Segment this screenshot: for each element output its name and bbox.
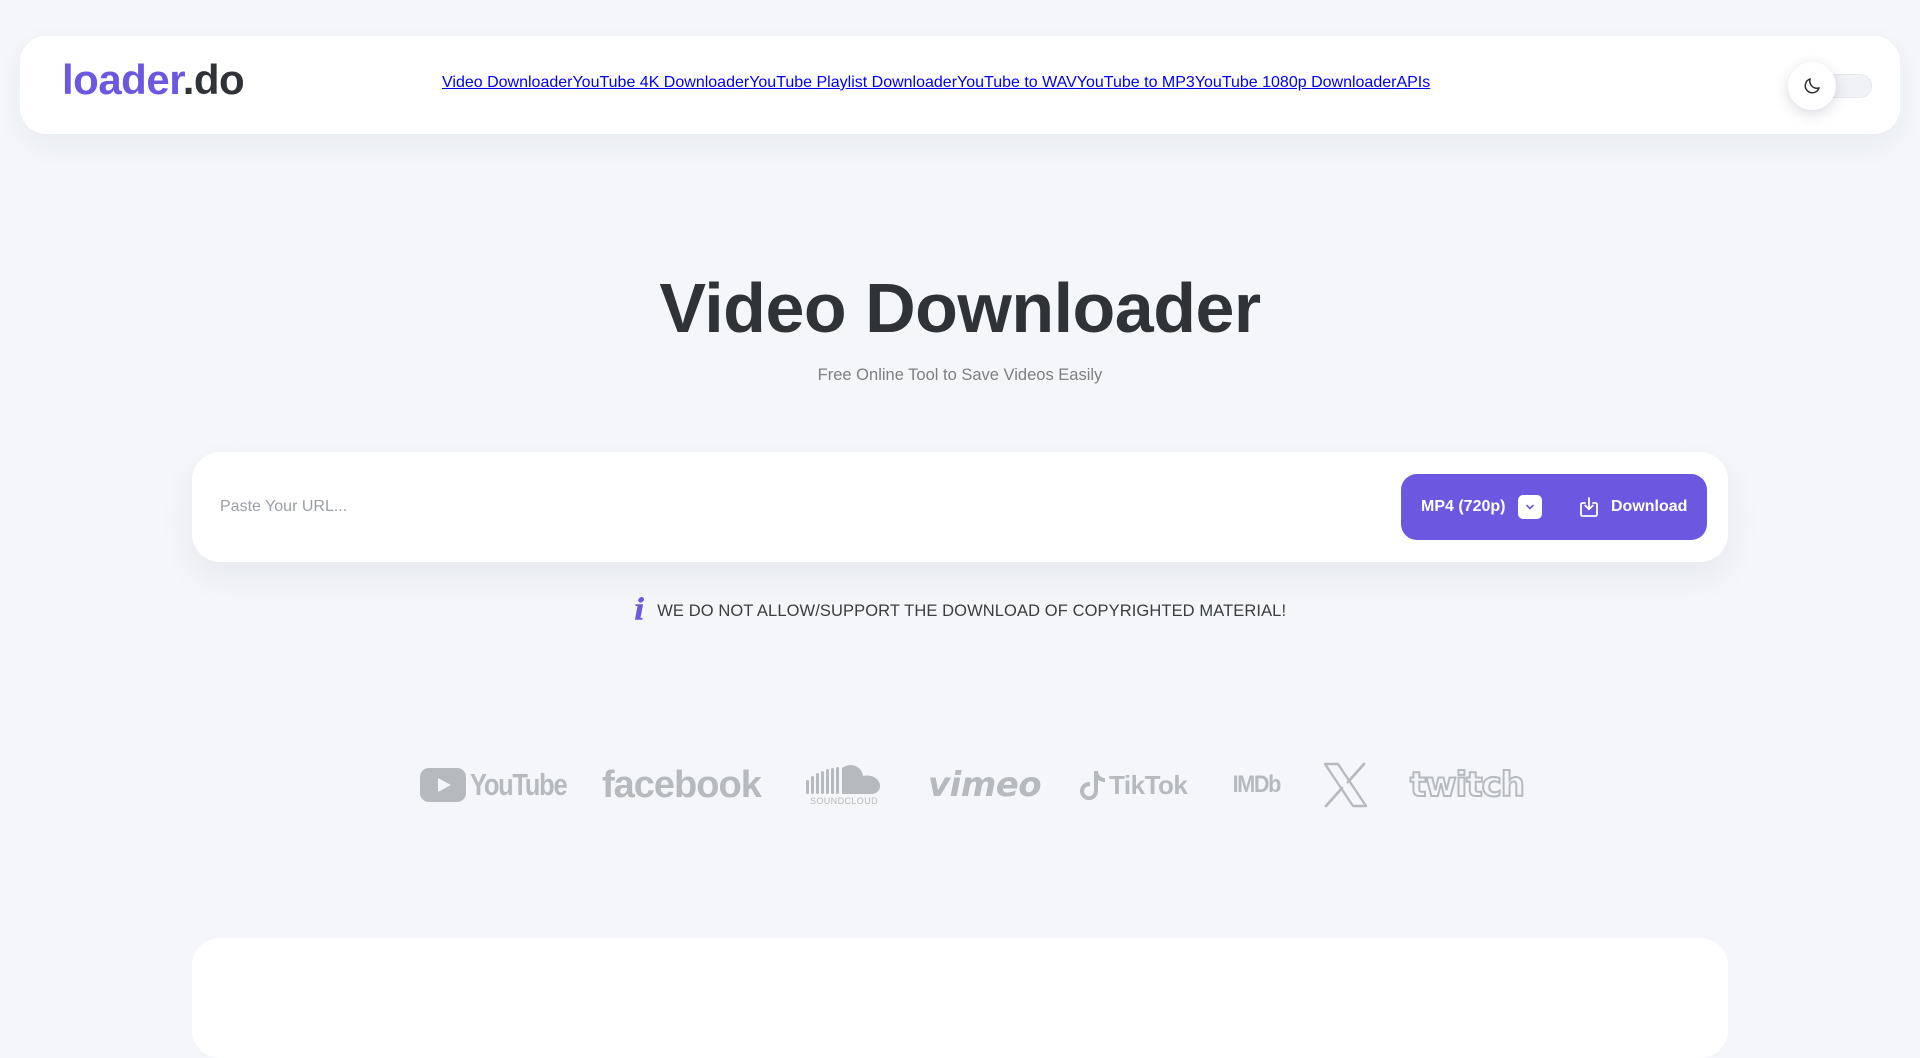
logo-main: loader (62, 56, 183, 103)
copyright-notice-text: WE DO NOT ALLOW/SUPPORT THE DOWNLOAD OF … (657, 601, 1287, 620)
toggle-knob[interactable] (1788, 62, 1836, 110)
url-input[interactable] (220, 482, 1320, 532)
x-icon (1323, 762, 1368, 808)
youtube-play-icon (420, 768, 466, 802)
facebook-wordmark: facebook (602, 763, 762, 806)
site-header: loader.do Video Downloader YouTube 4K Do… (20, 36, 1900, 134)
nav-apis[interactable]: APIs (1396, 74, 1430, 92)
site-logo[interactable]: loader.do (62, 56, 245, 104)
nav-youtube-playlist-downloader[interactable]: YouTube Playlist Downloader (749, 74, 957, 92)
vimeo-wordmark: vimeo (928, 765, 1042, 805)
imdb-logo: IMDb (1230, 760, 1283, 810)
copyright-notice: i WE DO NOT ALLOW/SUPPORT THE DOWNLOAD O… (0, 596, 1920, 626)
download-action-group: MP4 (720p) Download (1401, 474, 1707, 540)
main-nav: Video Downloader YouTube 4K Downloader Y… (442, 74, 1430, 92)
nav-video-downloader[interactable]: Video Downloader (442, 74, 572, 92)
twitch-logo: twitch (1409, 760, 1526, 810)
vimeo-logo: vimeo (928, 760, 1042, 810)
download-button-label: Download (1611, 498, 1688, 515)
soundcloud-logo: SOUNDCLOUD (806, 760, 882, 810)
facebook-logo: facebook (602, 760, 762, 810)
format-select[interactable]: MP4 (720p) (1421, 474, 1543, 540)
tiktok-logo: TikTok (1080, 760, 1188, 810)
youtube-wordmark: YouTube (470, 767, 568, 802)
x-logo (1322, 760, 1368, 810)
info-icon: i (633, 593, 646, 628)
nav-youtube-1080p-downloader[interactable]: YouTube 1080p Downloader (1195, 74, 1397, 92)
soundcloud-cloud-icon (806, 765, 880, 794)
tiktok-wordmark: TikTok (1109, 769, 1188, 800)
twitch-wordmark: twitch (1409, 764, 1526, 806)
content-card (192, 938, 1728, 1058)
page-subtitle: Free Online Tool to Save Videos Easily (817, 366, 1103, 384)
url-search-card: MP4 (720p) Download (192, 452, 1728, 562)
theme-toggle[interactable] (1788, 62, 1880, 110)
imdb-wordmark: IMDb (1232, 771, 1282, 798)
tiktok-note-icon (1080, 771, 1105, 801)
nav-youtube-to-mp3[interactable]: YouTube to MP3 (1077, 74, 1195, 92)
moon-icon (1804, 78, 1820, 94)
download-button[interactable]: Download (1577, 474, 1687, 540)
logo-suffix: .do (182, 56, 245, 103)
page-title: Video Downloader (659, 269, 1261, 347)
youtube-logo: YouTube (420, 760, 588, 810)
soundcloud-wordmark: SOUNDCLOUD (809, 796, 878, 806)
supported-platforms: YouTube facebook SOUNDCLOUD vimeo TikTok… (420, 760, 1526, 810)
chevron-down-icon (1518, 495, 1543, 519)
format-select-label: MP4 (720p) (1421, 498, 1506, 515)
download-icon (1580, 497, 1598, 517)
nav-youtube-to-wav[interactable]: YouTube to WAV (957, 74, 1077, 92)
nav-youtube-4k-downloader[interactable]: YouTube 4K Downloader (572, 74, 749, 92)
